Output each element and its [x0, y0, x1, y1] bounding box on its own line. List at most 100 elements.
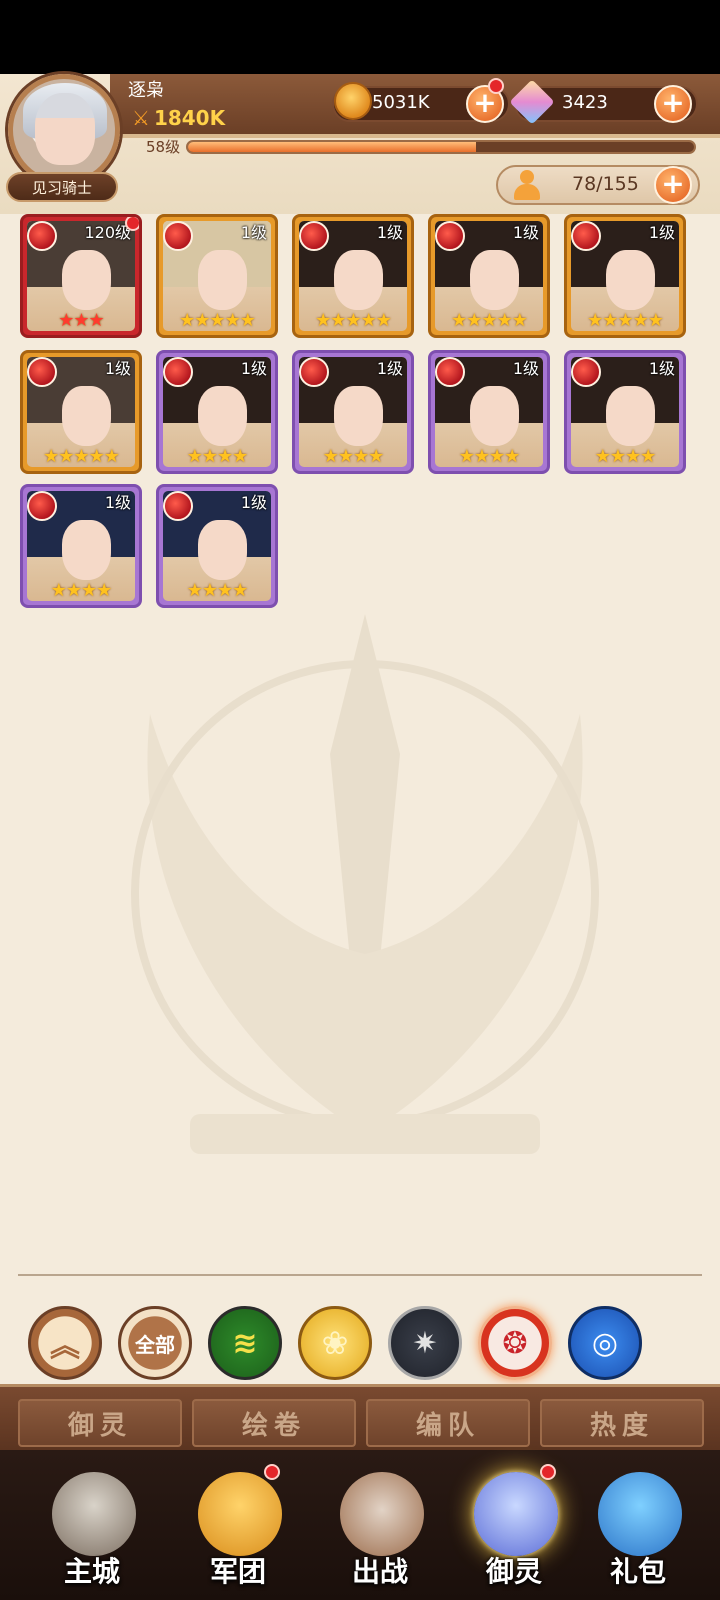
nav-label: 主城 — [63, 1555, 120, 1588]
fire-element-icon — [163, 357, 193, 387]
nav-legion[interactable]: 军团 — [168, 1450, 308, 1600]
hero-face — [61, 519, 112, 581]
collapse-button[interactable]: ︽ — [28, 1306, 102, 1380]
add-gems-button[interactable]: + — [654, 85, 692, 123]
dark-star-icon: ✷ — [412, 1325, 438, 1361]
player-name: 逐枭 — [128, 80, 164, 101]
power-value: 1840K — [153, 106, 226, 130]
chevron-double-up-icon: ︽ — [50, 1329, 80, 1364]
hero-card[interactable]: 1级 ★★★★ — [20, 484, 142, 608]
notification-dot — [125, 217, 139, 231]
avatar-face — [35, 93, 95, 165]
fire-element-icon — [27, 491, 57, 521]
hero-card[interactable]: 1级 ★★★★★ — [292, 214, 414, 338]
element-filter-bar: ︽ 全部 ≋ ❀ ✷ ❂ ◎ — [28, 1306, 708, 1382]
hero-face — [333, 385, 384, 447]
hero-stars: ★★★★ — [594, 446, 657, 467]
legion-icon — [198, 1472, 282, 1556]
hero-stars: ★★★★★ — [315, 310, 392, 331]
hero-level: 1级 — [376, 359, 403, 378]
gold-value: 5031K — [372, 92, 430, 113]
power-display: ⚔ 1840K — [132, 106, 225, 130]
hero-level: 1级 — [376, 223, 403, 242]
nav-label: 军团 — [209, 1555, 266, 1588]
hero-face — [605, 385, 656, 447]
hero-face — [197, 385, 248, 447]
filter-dark-button[interactable]: ✷ — [388, 1306, 462, 1380]
nav-label: 出战 — [351, 1555, 408, 1588]
sub-tab-bar: 御灵 绘卷 编队 热度 — [0, 1384, 720, 1450]
filter-rose-button[interactable]: ❀ — [298, 1306, 372, 1380]
hero-list-panel: 120级 ★★★ 1级 ★★★★★ 1级 ★★★★★ 1级 ★★★★★ 1级 ★★★★★ 1级 ★★★… — [0, 214, 720, 1384]
hero-card[interactable]: 1级 ★★★★ — [564, 350, 686, 474]
hero-level: 1级 — [240, 223, 267, 242]
nav-battle[interactable]: 出战 — [310, 1450, 450, 1600]
fire-element-icon — [163, 221, 193, 251]
avatar[interactable] — [8, 74, 120, 186]
fire-element-icon — [435, 221, 465, 251]
hero-card[interactable]: 1级 ★★★★ — [156, 484, 278, 608]
hero-stars: ★★★★★ — [179, 310, 256, 331]
filter-water-button[interactable]: ◎ — [568, 1306, 642, 1380]
water-icon: ◎ — [591, 1325, 619, 1361]
rose-icon: ❀ — [321, 1324, 349, 1362]
battle-icon — [340, 1472, 424, 1556]
hero-face — [197, 519, 248, 581]
filter-all-button[interactable]: 全部 — [118, 1306, 192, 1380]
nav-yuling[interactable]: 御灵 — [444, 1450, 584, 1600]
crest-watermark — [131, 614, 599, 1154]
filter-fire-button[interactable]: ❂ — [478, 1306, 552, 1380]
hero-card[interactable]: 1级 ★★★★ — [428, 350, 550, 474]
hero-stars: ★★★ — [58, 310, 104, 331]
add-capacity-button[interactable]: + — [654, 166, 692, 204]
nav-label: 礼包 — [609, 1555, 666, 1588]
hero-stars: ★★★★ — [50, 580, 113, 601]
hero-card[interactable]: 1级 ★★★★★ — [156, 214, 278, 338]
hero-stars: ★★★★ — [186, 580, 249, 601]
wind-icon: ≋ — [232, 1325, 258, 1361]
hero-card[interactable]: 1级 ★★★★ — [156, 350, 278, 474]
tab-biandui[interactable]: 编队 — [366, 1399, 530, 1447]
hero-stars: ★★★★ — [322, 446, 385, 467]
hero-card[interactable]: 1级 ★★★★★ — [564, 214, 686, 338]
nav-main-city[interactable]: 主城 — [22, 1450, 162, 1600]
tab-huijuan[interactable]: 绘卷 — [192, 1399, 356, 1447]
fire-element-icon — [435, 357, 465, 387]
fire-element-icon — [27, 221, 57, 251]
hero-stars: ★★★★ — [186, 446, 249, 467]
notification-dot — [488, 78, 504, 94]
hero-card[interactable]: 120级 ★★★ — [20, 214, 142, 338]
hero-stars: ★★★★★ — [451, 310, 528, 331]
hero-face — [61, 249, 112, 311]
fire-element-icon — [299, 357, 329, 387]
fire-element-icon — [27, 357, 57, 387]
status-bar-area — [0, 0, 720, 74]
fire-element-icon — [163, 491, 193, 521]
notification-dot — [540, 1464, 556, 1480]
hero-card[interactable]: 1级 ★★★★★ — [20, 350, 142, 474]
gift-shop-icon — [598, 1472, 682, 1556]
hero-level: 1级 — [648, 359, 675, 378]
hero-card[interactable]: 1级 ★★★★★ — [428, 214, 550, 338]
tab-yuling[interactable]: 御灵 — [18, 1399, 182, 1447]
filter-wind-button[interactable]: ≋ — [208, 1306, 282, 1380]
castle-icon — [52, 1472, 136, 1556]
hero-level: 1级 — [512, 223, 539, 242]
hero-stars: ★★★★★ — [43, 446, 120, 467]
nav-gift[interactable]: 礼包 — [568, 1450, 708, 1600]
crystal-icon — [474, 1472, 558, 1556]
gold-coin-icon — [334, 82, 372, 120]
gem-value: 3423 — [562, 92, 608, 113]
hero-level: 1级 — [240, 493, 267, 512]
tab-redu[interactable]: 热度 — [540, 1399, 704, 1447]
hero-card[interactable]: 1级 ★★★★ — [292, 350, 414, 474]
hero-face — [469, 249, 520, 311]
hero-capacity-value: 78/155 — [572, 173, 639, 195]
crossed-swords-icon: ⚔ — [132, 106, 150, 130]
hero-level: 1级 — [648, 223, 675, 242]
fire-element-icon — [299, 221, 329, 251]
hero-face — [61, 385, 112, 447]
xp-bar-fill — [188, 142, 477, 152]
person-icon — [512, 170, 542, 200]
rank-badge: 见习骑士 — [6, 172, 118, 202]
